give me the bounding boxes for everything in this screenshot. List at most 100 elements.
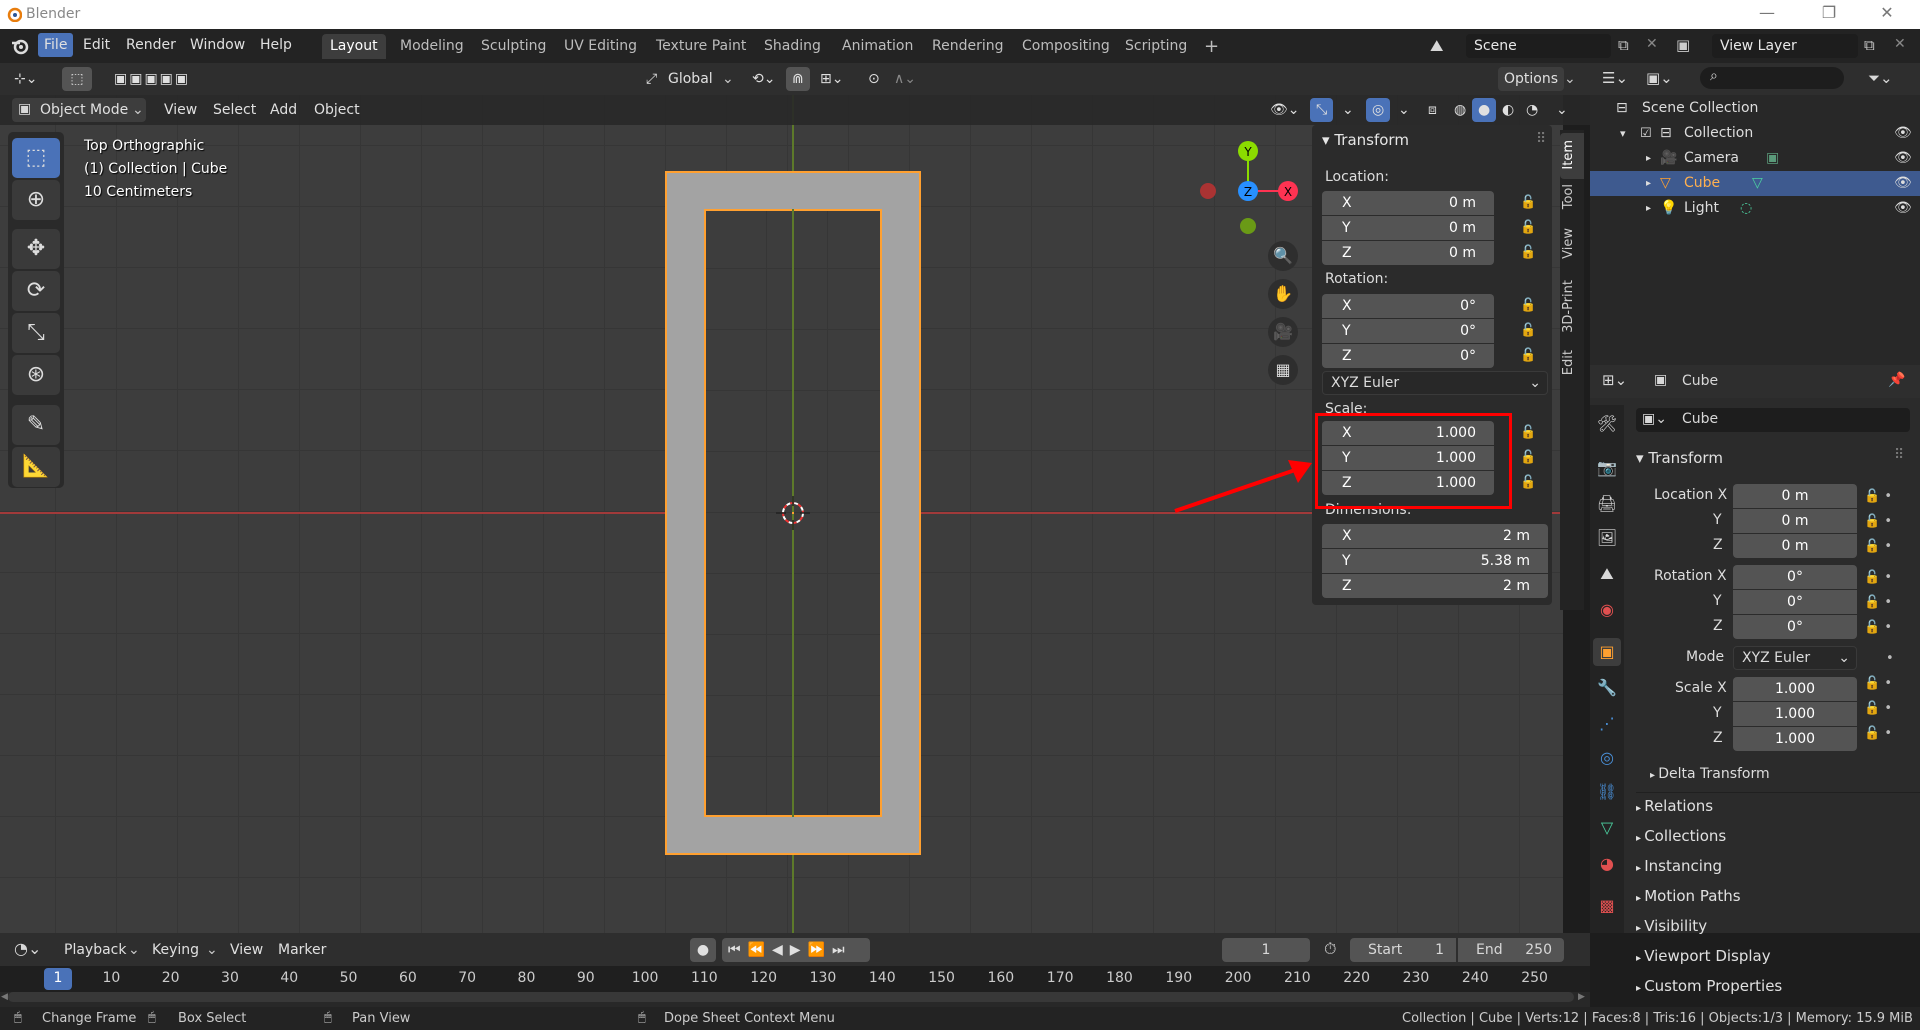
new-scene-icon[interactable]: ⧉ xyxy=(1618,36,1629,54)
texture-tab-icon[interactable]: ▩ xyxy=(1593,892,1621,920)
rotate-tool-icon[interactable]: ⟳ xyxy=(12,271,60,311)
location-z-field[interactable]: Z 0 m xyxy=(1322,241,1494,265)
scene-selector[interactable]: Scene xyxy=(1466,34,1611,58)
snap-icon[interactable]: ⋒ xyxy=(786,67,810,91)
dimension-y-field[interactable]: Y 5.38 m xyxy=(1322,549,1548,573)
section-collections[interactable]: ▸ Collections xyxy=(1636,823,1726,849)
physics-tab-icon[interactable]: ◎ xyxy=(1593,744,1621,772)
tab-3d-print[interactable]: 3D-Print xyxy=(1561,280,1583,333)
scene-tab-icon[interactable]: ⛰ xyxy=(1593,560,1621,588)
particles-tab-icon[interactable]: ⋰ xyxy=(1593,710,1621,738)
menu-timeline-view[interactable]: View xyxy=(224,938,269,962)
delete-scene-icon[interactable]: ✕ xyxy=(1646,36,1658,52)
record-icon[interactable]: ● xyxy=(690,938,716,962)
checkbox-icon[interactable]: ☑ xyxy=(1640,121,1652,146)
menu-keying[interactable]: Keying xyxy=(146,938,205,962)
eye-icon[interactable]: 👁 xyxy=(1894,121,1912,146)
section-visibility[interactable]: ▸ Visibility xyxy=(1636,913,1707,939)
output-tab-icon[interactable]: 🖨 xyxy=(1593,490,1621,518)
delete-view-layer-icon[interactable]: ✕ xyxy=(1894,36,1906,52)
object-name-field[interactable] xyxy=(1636,408,1910,432)
tab-layout[interactable]: Layout xyxy=(322,34,386,59)
solid-shading-icon[interactable]: ● xyxy=(1472,98,1497,122)
rotation-mode-select[interactable]: XYZ Euler ⌄ xyxy=(1733,646,1857,670)
rotation-x-field[interactable]: X 0° xyxy=(1322,294,1494,318)
annotate-tool-icon[interactable]: ✎ xyxy=(12,405,60,445)
end-frame-field[interactable]: End 250 xyxy=(1458,938,1564,962)
visibility-icon[interactable]: 👁⌄ xyxy=(1264,98,1306,122)
rotation-y-field[interactable]: Y 0° xyxy=(1322,319,1494,343)
overlay-chevron-icon[interactable]: ⌄ xyxy=(1392,98,1416,122)
eye-icon[interactable]: 👁 xyxy=(1894,146,1912,171)
section-motion-paths[interactable]: ▸ Motion Paths xyxy=(1636,883,1741,909)
cursor-tool-icon[interactable]: ⊕ xyxy=(12,180,60,220)
ortho-grid-icon[interactable]: ▦ xyxy=(1268,355,1298,385)
object-tab-icon[interactable]: ▣ xyxy=(1593,638,1621,666)
tab-rendering[interactable]: Rendering xyxy=(924,34,1012,59)
data-tab-icon[interactable]: ▽ xyxy=(1593,814,1621,842)
tab-modeling[interactable]: Modeling xyxy=(392,34,472,59)
dimension-z-field[interactable]: Z 2 m xyxy=(1322,574,1548,598)
filter-icon[interactable]: ⏷⌄ xyxy=(1868,69,1893,87)
menu-help[interactable]: Help xyxy=(254,33,298,57)
constraints-tab-icon[interactable]: ⛓ xyxy=(1593,778,1621,806)
mesh-data-icon[interactable]: ▽ xyxy=(1752,171,1763,196)
scroll-left-icon[interactable]: ◀ xyxy=(1,992,8,1002)
lock-icon[interactable]: 🔓 xyxy=(1520,348,1536,363)
timeline-scrollbar[interactable] xyxy=(8,992,1574,1002)
view-layer-tab-icon[interactable]: 🖼 xyxy=(1593,524,1621,552)
tab-compositing[interactable]: Compositing xyxy=(1014,34,1118,59)
expand-triangle-icon[interactable]: ▾ xyxy=(1620,121,1626,146)
scale-tool-icon[interactable]: ⤡ xyxy=(12,313,60,353)
tab-tool[interactable]: Tool xyxy=(1561,184,1583,209)
camera-view-icon[interactable]: 🎥 xyxy=(1268,317,1298,347)
pivot-point-icon[interactable]: ⟲⌄ xyxy=(746,67,781,91)
xray-icon[interactable]: ⧈ xyxy=(1422,98,1443,122)
select-box-tool-icon[interactable]: ⬚ xyxy=(12,138,60,178)
prop-scale-z[interactable]: 1.000 xyxy=(1733,727,1857,751)
tab-uv-editing[interactable]: UV Editing xyxy=(556,34,645,59)
timeline-editor-icon[interactable]: ◔⌄ xyxy=(14,939,41,958)
wireframe-shading-icon[interactable]: ◍ xyxy=(1448,98,1472,122)
expand-triangle-icon[interactable]: ▸ xyxy=(1646,146,1651,171)
menu-select[interactable]: Select xyxy=(207,98,262,122)
navigation-gizmo[interactable]: Y X Z xyxy=(1195,136,1301,246)
menu-marker[interactable]: Marker xyxy=(272,938,332,962)
lock-icon[interactable]: 🔓 xyxy=(1520,298,1536,313)
proportional-edit-icon[interactable]: ⊙ xyxy=(862,67,886,91)
add-workspace-button[interactable]: + xyxy=(1196,34,1227,59)
outliner-editor-icon[interactable]: ☰⌄ xyxy=(1602,69,1628,87)
current-frame-field[interactable]: 1 xyxy=(1222,938,1310,962)
minimize-icon[interactable]: — xyxy=(1752,3,1782,22)
outliner-scene-collection[interactable]: ⊟ Scene Collection xyxy=(1590,96,1920,121)
prop-rotation-x[interactable]: 0° xyxy=(1733,565,1857,589)
tab-animation[interactable]: Animation xyxy=(834,34,921,59)
shading-chevron-icon[interactable]: ⌄ xyxy=(1550,98,1574,122)
lock-icon[interactable]: 🔓 xyxy=(1520,195,1536,210)
falloff-icon[interactable]: ∧⌄ xyxy=(888,67,922,91)
tool-tab-icon[interactable]: 🛠 xyxy=(1593,410,1621,438)
pan-hand-icon[interactable]: ✋ xyxy=(1268,279,1298,309)
tab-item[interactable]: Item xyxy=(1561,140,1583,170)
rotation-z-field[interactable]: Z 0° xyxy=(1322,344,1494,368)
menu-object[interactable]: Object xyxy=(308,98,366,122)
prop-rotation-y[interactable]: 0° xyxy=(1733,590,1857,614)
lock-icon[interactable]: 🔓 xyxy=(1520,425,1536,440)
transform-orientation-dropdown[interactable]: Global xyxy=(662,67,719,91)
location-y-field[interactable]: Y 0 m xyxy=(1322,216,1494,240)
3d-cursor-icon[interactable] xyxy=(776,496,810,530)
pin-icon[interactable]: 📌 xyxy=(1888,372,1905,388)
outliner-search-input[interactable] xyxy=(1700,67,1844,89)
rendered-shading-icon[interactable]: ◔ xyxy=(1520,98,1544,122)
light-data-icon[interactable]: ◌ xyxy=(1740,196,1752,221)
tab-view[interactable]: View xyxy=(1561,228,1583,259)
drag-handle-icon[interactable]: ⠿ xyxy=(1536,131,1546,147)
new-view-layer-icon[interactable]: ⧉ xyxy=(1864,36,1875,54)
playback-controls[interactable]: ⏮⏪◀▶⏩⏭ xyxy=(722,938,870,962)
stopwatch-icon[interactable]: ⏱ xyxy=(1324,939,1336,959)
view-layer-selector[interactable]: View Layer xyxy=(1712,34,1858,58)
outliner-light[interactable]: ▸ 💡 Light ◌ 👁 xyxy=(1590,196,1920,221)
location-x-field[interactable]: X 0 m xyxy=(1322,191,1494,215)
prop-scale-y[interactable]: 1.000 xyxy=(1733,702,1857,726)
mode-dropdown[interactable]: Object Mode xyxy=(12,98,146,122)
